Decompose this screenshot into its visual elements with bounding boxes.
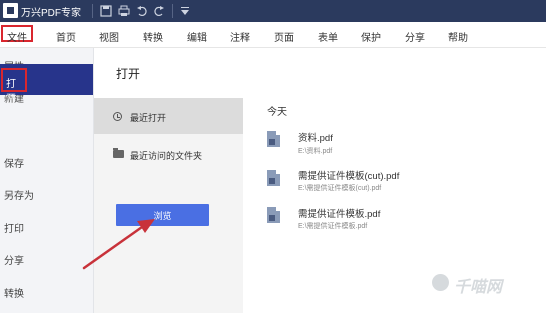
menu-item-edit[interactable]: 编辑 [187,29,207,44]
watermark-logo-icon [432,274,449,291]
menu-item-page[interactable]: 页面 [274,29,294,44]
pdf-file-icon[interactable] [267,131,280,147]
redo-icon[interactable] [152,4,166,18]
pdf-file-icon[interactable] [267,170,280,186]
menu-item-form[interactable]: 表单 [318,29,338,44]
menu-item-file[interactable]: 文件 [7,29,27,44]
file-name[interactable]: 需提供证件模板.pdf [298,206,380,220]
save-icon[interactable] [99,4,113,18]
recent-folder-tab[interactable]: 最近访问的文件夹 [130,149,202,162]
app-title: 万兴PDF专家 [21,8,81,19]
recent-open-label[interactable]: 最近打开 [130,111,166,124]
clock-icon [113,112,122,121]
browse-button[interactable]: 浏览 [116,204,209,226]
toolbar-divider [172,4,173,18]
dropdown-icon[interactable] [178,4,192,18]
sidebar-item-save-as[interactable]: 另存为 [4,187,34,202]
sidebar-item-share[interactable]: 分享 [4,252,24,267]
toolbar-divider [92,4,93,18]
menu-item-protect[interactable]: 保护 [361,29,381,44]
file-path: E:\需提供证件模板(cut).pdf [298,185,382,192]
menu-item-home[interactable]: 首页 [56,29,76,44]
menu-item-convert[interactable]: 转换 [143,29,163,44]
menu-item-share[interactable]: 分享 [405,29,425,44]
file-path: E:\资料.pdf [298,148,333,155]
undo-icon[interactable] [135,4,149,18]
sidebar-item-open-label: 打开 [6,79,16,105]
file-name[interactable]: 资料.pdf [298,130,333,144]
sidebar-item-convert[interactable]: 转换 [4,285,24,300]
print-icon[interactable] [117,4,131,18]
sidebar-item-save[interactable]: 保存 [4,155,24,170]
file-name[interactable]: 需提供证件模板(cut).pdf [298,168,399,182]
title-bar: 万兴PDF专家 [0,0,546,22]
menu-item-view[interactable]: 视图 [99,29,119,44]
menu-bar: 文件 首页 视图 转换 编辑 注释 页面 表单 保护 分享 帮助 [0,22,546,48]
today-label: 今天 [267,107,287,118]
sidebar-item-print[interactable]: 打印 [4,220,24,235]
menu-file-highlight[interactable]: 文件 [1,25,33,44]
folder-icon [113,148,124,158]
app-logo-icon [3,3,18,18]
watermark-text: 千喵网 [454,279,503,296]
menu-item-comment[interactable]: 注释 [230,29,250,44]
sidebar-open-highlight[interactable]: 打开 [1,68,27,105]
pdf-file-icon[interactable] [267,207,280,223]
page-title: 打开 [116,67,141,81]
menu-item-help[interactable]: 帮助 [448,29,468,44]
file-path: E:\需提供证件模板.pdf [298,223,368,230]
